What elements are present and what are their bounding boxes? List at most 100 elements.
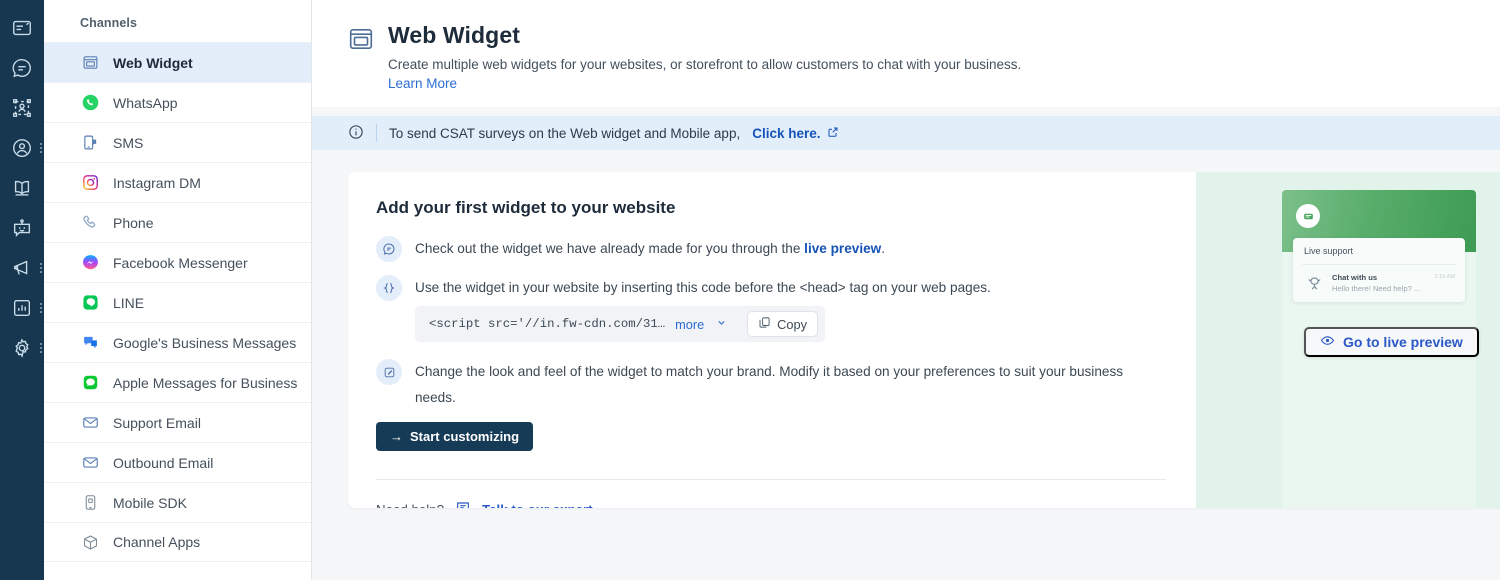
- code-more-toggle[interactable]: more: [675, 317, 704, 332]
- step-insert-code: Use the widget in your website by insert…: [376, 275, 1166, 301]
- google-business-messages-icon: [80, 333, 100, 353]
- rail-item-contacts[interactable]: [0, 128, 44, 168]
- edit-badge-icon: [376, 359, 402, 385]
- sidebar-item-instagram[interactable]: Instagram DM: [44, 162, 311, 202]
- chat-badge-icon: [376, 236, 402, 262]
- analytics-icon: [11, 297, 33, 319]
- step-live-preview-text: Check out the widget we have already mad…: [415, 236, 885, 262]
- card-divider: [376, 479, 1166, 480]
- channel-apps-icon: [80, 532, 100, 552]
- widget-chat-logo-icon: [1296, 204, 1320, 228]
- go-to-live-preview-button[interactable]: Go to live preview: [1304, 327, 1479, 357]
- sidebar-item-support-email[interactable]: Support Email: [44, 402, 311, 442]
- help-text: Need help?: [376, 502, 444, 508]
- sidebar-item-outbound-email[interactable]: Outbound Email: [44, 442, 311, 482]
- step-live-preview: Check out the widget we have already mad…: [376, 236, 1166, 262]
- sidebar-item-whatsapp[interactable]: WhatsApp: [44, 82, 311, 122]
- whatsapp-icon: [80, 93, 100, 113]
- rail-item-analytics[interactable]: [0, 288, 44, 328]
- sidebar-item-phone[interactable]: Phone: [44, 202, 311, 242]
- phone-icon: [80, 213, 100, 233]
- step-customize: Change the look and feel of the widget t…: [376, 359, 1166, 411]
- preview-chat-row[interactable]: Chat with us Hello there! Need help? ...…: [1293, 265, 1465, 293]
- rail-item-bot[interactable]: [0, 208, 44, 248]
- step1-text-before: Check out the widget we have already mad…: [415, 241, 805, 256]
- sidebar-item-web-widget[interactable]: Web Widget: [44, 42, 311, 82]
- sms-icon: [80, 133, 100, 153]
- card-left-panel: Add your first widget to your website Ch…: [348, 172, 1196, 508]
- sidebar-item-label: Instagram DM: [113, 174, 201, 191]
- learn-more-link[interactable]: Learn More: [388, 76, 457, 91]
- card-heading: Add your first widget to your website: [376, 198, 676, 217]
- copy-button[interactable]: Copy: [747, 311, 818, 337]
- sidebar-item-label: Apple Messages for Business: [113, 374, 298, 391]
- rail-item-conversations[interactable]: [0, 48, 44, 88]
- apple-messages-icon: [80, 373, 100, 393]
- sidebar-item-label: Mobile SDK: [113, 494, 187, 511]
- sidebar-title: Channels: [80, 16, 138, 30]
- contacts-icon: [11, 137, 33, 159]
- workflow-icon: [11, 97, 33, 119]
- live-preview-link[interactable]: live preview: [804, 241, 881, 256]
- rail-item-campaigns[interactable]: [0, 248, 44, 288]
- sidebar-item-label: Support Email: [113, 414, 201, 431]
- embed-code-box: <script src='//in.fw-cdn.com/31… more Co…: [415, 306, 825, 342]
- eye-icon: [1320, 333, 1335, 351]
- sidebar-item-google-business-messages[interactable]: Google's Business Messages: [44, 322, 311, 362]
- sidebar-item-label: Channel Apps: [113, 534, 201, 550]
- sidebar-item-label: Facebook Messenger: [113, 254, 248, 271]
- preview-chat-name: Chat with us: [1332, 273, 1378, 282]
- web-widget-icon: [80, 53, 100, 73]
- sidebar-item-apple-messages[interactable]: Apple Messages for Business: [44, 362, 311, 402]
- email-icon: [80, 413, 100, 433]
- go-to-live-preview-label: Go to live preview: [1343, 334, 1463, 350]
- main-content: Web Widget Create multiple web widgets f…: [312, 0, 1500, 580]
- sidebar-item-line[interactable]: LINE: [44, 282, 311, 322]
- chevron-down-icon[interactable]: [716, 315, 727, 333]
- arrow-right-icon: →: [390, 429, 403, 444]
- app-root: Channels Web Widget WhatsApp SMS Instagr…: [0, 0, 1500, 580]
- rail-dots-settings: [40, 343, 42, 353]
- step1-text-after: .: [881, 241, 886, 256]
- rail-dots-analytics: [40, 303, 42, 313]
- conversations-icon: [11, 57, 33, 79]
- email-icon: [80, 453, 100, 473]
- rail-item-knowledge-base[interactable]: [0, 168, 44, 208]
- rail-item-inbox[interactable]: [0, 8, 44, 48]
- channels-sidebar: Channels Web Widget WhatsApp SMS Instagr…: [44, 0, 312, 580]
- preview-chat-time: 1:16 AM: [1434, 274, 1455, 280]
- rail-item-settings[interactable]: [0, 328, 44, 368]
- page-subtitle: Create multiple web widgets for your web…: [388, 57, 1022, 72]
- avatar: [1304, 273, 1324, 293]
- mobile-sdk-icon: [80, 493, 100, 513]
- line-icon: [80, 293, 100, 313]
- sidebar-item-facebook-messenger[interactable]: Facebook Messenger: [44, 242, 311, 282]
- copy-icon: [758, 316, 771, 332]
- sidebar-item-label: Phone: [113, 214, 154, 231]
- primary-nav-rail: [0, 0, 44, 580]
- sidebar-item-label: Google's Business Messages: [113, 334, 297, 351]
- campaigns-icon: [11, 257, 33, 279]
- embed-code-snippet: <script src='//in.fw-cdn.com/31…: [429, 317, 666, 331]
- banner-click-here-link[interactable]: Click here.: [752, 126, 820, 141]
- sidebar-item-sms[interactable]: SMS: [44, 122, 311, 162]
- start-customizing-label: Start customizing: [410, 429, 520, 444]
- sidebar-item-mobile-sdk[interactable]: Mobile SDK: [44, 482, 311, 522]
- info-icon: [348, 124, 364, 143]
- preview-conversation-card: Live support Chat with us Hello there! N…: [1293, 238, 1465, 302]
- web-widget-page-icon: [348, 26, 374, 57]
- banner-divider: [376, 124, 377, 142]
- sidebar-item-channel-apps[interactable]: Channel Apps: [44, 522, 311, 562]
- page-header: Web Widget Create multiple web widgets f…: [312, 0, 1500, 107]
- help-row: Need help? Talk to our expert: [376, 500, 1166, 508]
- sidebar-item-label: SMS: [113, 134, 144, 151]
- gear-icon: [11, 337, 33, 359]
- content-area: Add your first widget to your website Ch…: [312, 150, 1500, 580]
- rail-item-workflow[interactable]: [0, 88, 44, 128]
- start-customizing-button[interactable]: → Start customizing: [376, 422, 534, 451]
- rail-dots-contacts: [40, 143, 42, 153]
- preview-chat-message: Hello there! Need help? ...: [1332, 284, 1421, 293]
- page-title: Web Widget: [388, 22, 520, 48]
- external-link-icon: [827, 126, 839, 141]
- talk-to-expert-link[interactable]: Talk to our expert: [482, 502, 593, 508]
